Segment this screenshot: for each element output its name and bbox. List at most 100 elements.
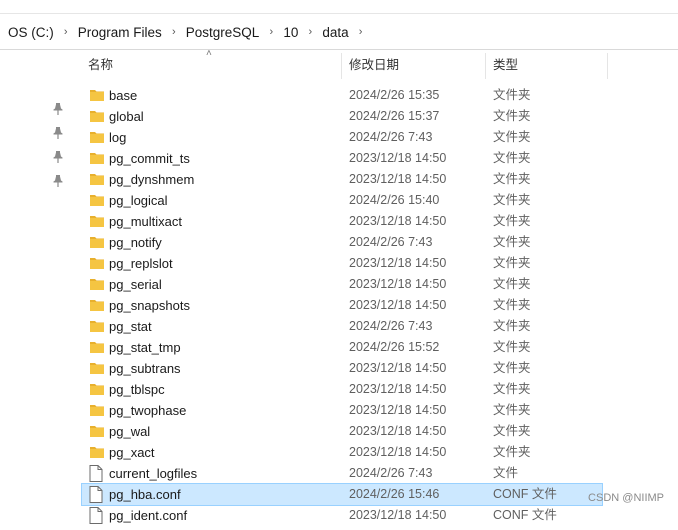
file-date: 2023/12/18 14:50 [349,298,447,312]
folder-icon [89,360,105,377]
file-row[interactable]: pg_serial 2023/12/18 14:50 文件夹 [82,274,602,295]
file-type: 文件夹 [493,277,531,291]
file-name: base [109,88,138,103]
file-name: pg_xact [109,445,155,460]
folder-icon [89,192,105,209]
file-row[interactable]: pg_stat 2024/2/26 7:43 文件夹 [82,316,602,337]
chevron-right-icon[interactable]: › [166,24,182,40]
file-row[interactable]: pg_replslot 2023/12/18 14:50 文件夹 [82,253,602,274]
file-type: 文件夹 [493,151,531,165]
file-type: 文件夹 [493,109,531,123]
breadcrumb: OS (C:) › Program Files › PostgreSQL › 1… [0,24,369,40]
watermark: CSDN @NIIMP [588,492,664,504]
file-type: 文件夹 [493,403,531,417]
file-row[interactable]: pg_subtrans 2023/12/18 14:50 文件夹 [82,358,602,379]
folder-icon [89,213,105,230]
file-list: base 2024/2/26 15:35 文件夹 global 2024/2/26 15… [81,85,603,526]
pin-icon [50,169,66,193]
quick-access-pins [50,97,66,193]
file-name: pg_subtrans [109,361,181,376]
address-bar[interactable]: OS (C:) › Program Files › PostgreSQL › 1… [0,15,678,50]
file-date: 2024/2/26 15:35 [349,88,440,102]
folder-icon [89,108,105,125]
file-row[interactable]: pg_wal 2023/12/18 14:50 文件夹 [82,421,602,442]
file-row[interactable]: pg_xact 2023/12/18 14:50 文件夹 [82,442,602,463]
file-row[interactable]: pg_multixact 2023/12/18 14:50 文件夹 [82,211,602,232]
file-row[interactable]: pg_stat_tmp 2024/2/26 15:52 文件夹 [82,337,602,358]
file-row[interactable]: base 2024/2/26 15:35 文件夹 [82,85,602,106]
file-type: 文件夹 [493,424,531,438]
folder-icon [89,129,105,146]
folder-icon [89,402,105,419]
pin-icon [50,97,66,121]
file-type: 文件夹 [493,298,531,312]
file-name: pg_snapshots [109,298,190,313]
column-date-header[interactable]: 修改日期 [349,51,399,79]
chevron-right-icon[interactable]: › [302,24,318,40]
file-type: 文件夹 [493,214,531,228]
file-name: log [109,130,127,145]
file-type: 文件夹 [493,382,531,396]
file-date: 2024/2/26 15:37 [349,109,440,123]
file-type: 文件夹 [493,88,531,102]
folder-icon [89,234,105,251]
breadcrumb-postgresql[interactable]: PostgreSQL [182,25,264,40]
file-type: 文件夹 [493,193,531,207]
file-row[interactable]: pg_ident.conf 2023/12/18 14:50 CONF 文件 [82,505,602,526]
file-row[interactable]: pg_twophase 2023/12/18 14:50 文件夹 [82,400,602,421]
file-name: pg_dynshmem [109,172,195,187]
breadcrumb-version[interactable]: 10 [279,25,302,40]
file-type: 文件夹 [493,172,531,186]
file-type: CONF 文件 [493,487,557,501]
chevron-right-icon[interactable]: › [58,24,74,40]
file-row[interactable]: pg_snapshots 2023/12/18 14:50 文件夹 [82,295,602,316]
column-divider[interactable] [607,53,608,79]
file-row[interactable]: pg_commit_ts 2023/12/18 14:50 文件夹 [82,148,602,169]
breadcrumb-program-files[interactable]: Program Files [74,25,166,40]
file-row[interactable]: current_logfiles 2024/2/26 7:43 文件 [82,463,602,484]
file-date: 2024/2/26 15:40 [349,193,440,207]
file-date: 2024/2/26 7:43 [349,235,433,249]
chevron-right-icon[interactable]: › [353,24,369,40]
file-type: 文件夹 [493,130,531,144]
sort-ascending-icon: ˄ [206,48,212,59]
file-name: pg_hba.conf [109,487,181,502]
file-row[interactable]: pg_logical 2024/2/26 15:40 文件夹 [82,190,602,211]
file-type: CONF 文件 [493,508,557,522]
file-date: 2023/12/18 14:50 [349,382,447,396]
file-date: 2023/12/18 14:50 [349,277,447,291]
column-header: ˄ 名称 修改日期 类型 [0,48,678,79]
file-name: pg_replslot [109,256,173,271]
folder-icon [89,318,105,335]
breadcrumb-data[interactable]: data [318,25,352,40]
file-date: 2023/12/18 14:50 [349,214,447,228]
file-name: pg_wal [109,424,151,439]
folder-icon [89,87,105,104]
file-row[interactable]: pg_notify 2024/2/26 7:43 文件夹 [82,232,602,253]
column-type-header[interactable]: 类型 [493,51,518,79]
breadcrumb-drive[interactable]: OS (C:) [4,25,58,40]
file-name: current_logfiles [109,466,198,481]
file-row[interactable]: pg_tblspc 2023/12/18 14:50 文件夹 [82,379,602,400]
file-date: 2023/12/18 14:50 [349,256,447,270]
file-name: pg_notify [109,235,162,250]
file-type: 文件夹 [493,445,531,459]
file-icon [89,507,105,524]
file-row[interactable]: log 2024/2/26 7:43 文件夹 [82,127,602,148]
file-date: 2024/2/26 15:52 [349,340,440,354]
file-date: 2024/2/26 7:43 [349,466,433,480]
file-name: global [109,109,144,124]
column-divider[interactable] [485,53,486,79]
column-divider[interactable] [341,53,342,79]
file-date: 2024/2/26 15:46 [349,487,440,501]
file-row[interactable]: pg_hba.conf 2024/2/26 15:46 CONF 文件 [81,483,603,506]
file-row[interactable]: pg_dynshmem 2023/12/18 14:50 文件夹 [82,169,602,190]
folder-icon [89,171,105,188]
chevron-right-icon[interactable]: › [263,24,279,40]
file-date: 2023/12/18 14:50 [349,151,447,165]
folder-icon [89,297,105,314]
column-name-header[interactable]: 名称 [88,51,113,79]
file-type: 文件夹 [493,340,531,354]
file-row[interactable]: global 2024/2/26 15:37 文件夹 [82,106,602,127]
file-date: 2023/12/18 14:50 [349,445,447,459]
